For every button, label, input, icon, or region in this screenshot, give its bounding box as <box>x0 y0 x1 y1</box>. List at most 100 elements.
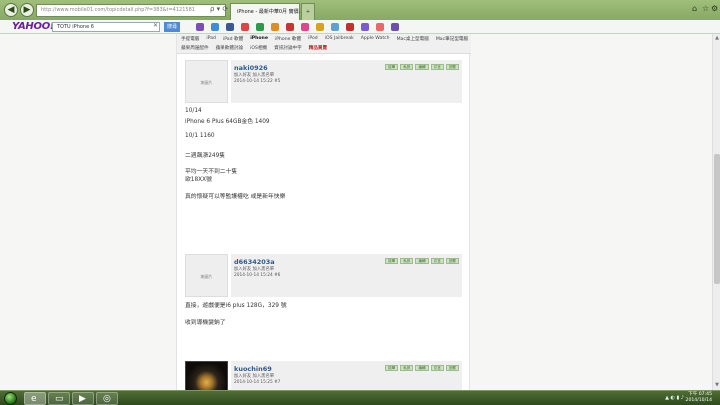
search-input[interactable]: TOTU iPhone 6 <box>52 22 160 32</box>
category-link[interactable]: iOS相機 <box>250 45 267 51</box>
category-link[interactable]: Mac筆記型電腦 <box>436 36 468 42</box>
category-link[interactable]: 手提電腦 <box>181 36 199 42</box>
post-action-button[interactable]: 回覆 <box>445 64 459 70</box>
post-time: 2014-10-14 15:22 #5 <box>234 79 281 84</box>
settings-icon[interactable]: ⚙ <box>711 4 718 13</box>
post-action-button[interactable]: 私訊 <box>400 365 414 371</box>
scroll-up-icon[interactable]: ▲ <box>714 35 720 41</box>
scroll-down-icon[interactable]: ▼ <box>714 382 720 388</box>
category-link[interactable]: 蘋果軟體討論 <box>216 45 244 51</box>
favorites-icon[interactable]: ☆ <box>702 4 709 13</box>
shopping-icon[interactable] <box>301 23 309 31</box>
yahoo-toolbar: YAHOO! TOTU iPhone 6 ✕ 搜尋 <box>0 20 720 34</box>
post-time: 2014-10-14 15:25 #7 <box>234 380 281 385</box>
yahoo-logo[interactable]: YAHOO! <box>12 21 54 32</box>
post-action-button[interactable]: 私訊 <box>400 258 414 264</box>
user-meta: 加入好友 加入黑名單 2014-10-14 15:25 #7 <box>234 374 280 386</box>
post-action-button[interactable]: 檢舉 <box>385 258 399 264</box>
media-player-icon: ▶ <box>79 394 86 404</box>
category-row-1: 手提電腦 iPad iPad 軟體 iPhone iPhone 軟體 iPod iOS Ja… <box>181 36 468 42</box>
post-buttons: 檢舉 私訊 編輯 引言 回覆 <box>385 365 459 371</box>
taskbar-explorer[interactable]: ▭ <box>48 392 70 405</box>
username[interactable]: kuochin69 <box>234 365 272 373</box>
music-icon[interactable] <box>211 23 219 31</box>
category-link[interactable]: iPad <box>206 36 216 42</box>
username[interactable]: naki0926 <box>234 64 268 72</box>
translate-icon[interactable] <box>331 23 339 31</box>
post: kuochin69 加入好友 加入黑名單 2014-10-14 15:25 #7… <box>185 361 463 404</box>
username[interactable]: d6634203a <box>234 258 275 266</box>
finance-icon[interactable] <box>256 23 264 31</box>
post-text: 二週飆漲249隻 <box>185 152 226 159</box>
avatar[interactable]: 無圖片 <box>185 60 228 103</box>
games-icon[interactable] <box>316 23 324 31</box>
post-text: 直接，遊戲便是i6 plus 128G，329 號 <box>185 303 287 309</box>
windows-logo-icon <box>4 392 17 405</box>
search-button[interactable]: 搜尋 <box>164 22 180 32</box>
clear-search-icon[interactable]: ✕ <box>153 22 158 29</box>
video-icon[interactable] <box>286 23 294 31</box>
user-meta: 加入好友 加入黑名單 2014-10-14 15:24 #6 <box>234 267 280 279</box>
youtube-icon[interactable] <box>346 23 354 31</box>
browser-titlebar: ◀ ▶ http://www.mobile01.com/topicdetail.… <box>0 0 720 20</box>
post-action-button[interactable]: 引言 <box>430 258 444 264</box>
add-icon[interactable] <box>391 23 399 31</box>
store-icon[interactable] <box>361 23 369 31</box>
taskbar: e ▭ ▶ ◎ ▲ ◐ ▮ ♪ 下午 07:45 2014/10/14 <box>0 390 720 405</box>
home-icon[interactable]: ⌂ <box>692 4 697 13</box>
post-action-button[interactable]: 編輯 <box>415 258 429 264</box>
post-action-button[interactable]: 回覆 <box>445 258 459 264</box>
post-header: d6634203a 加入好友 加入黑名單 2014-10-14 15:24 #6… <box>231 254 462 297</box>
taskbar-ie[interactable]: e <box>24 392 46 405</box>
address-bar[interactable]: http://www.mobile01.com/topicdetail.php?… <box>36 4 226 17</box>
category-link[interactable]: iOS Jailbreak <box>325 36 354 42</box>
taskbar-app[interactable]: ◎ <box>96 392 118 405</box>
mail-icon[interactable] <box>196 23 204 31</box>
web-page: 手提電腦 iPad iPad 軟體 iPhone iPhone 軟體 iPod iOS Ja… <box>0 34 712 404</box>
post-buttons: 檢舉 私訊 編輯 引言 回覆 <box>385 258 459 264</box>
forward-button[interactable]: ▶ <box>20 3 34 17</box>
facebook-icon[interactable] <box>226 23 234 31</box>
clock[interactable]: 下午 07:45 2014/10/14 <box>686 392 712 404</box>
post-action-button[interactable]: 引言 <box>430 365 444 371</box>
post-buttons: 檢舉 私訊 編輯 引言 回覆 <box>385 64 459 70</box>
vertical-scrollbar[interactable]: ▲ ▼ <box>712 34 720 390</box>
post: 無圖片 naki0926 加入好友 加入黑名單 2014-10-14 15:22… <box>185 60 463 240</box>
post-action-button[interactable]: 私訊 <box>400 64 414 70</box>
category-link[interactable]: iPad 軟體 <box>223 36 243 42</box>
ie-icon: e <box>31 394 37 404</box>
category-link[interactable]: 蘋果周邊配件 <box>181 45 209 51</box>
category-link[interactable]: iPhone <box>250 36 268 42</box>
category-link[interactable]: iPhone 軟體 <box>275 36 301 42</box>
post-header: naki0926 加入好友 加入黑名單 2014-10-14 15:22 #5 … <box>231 60 462 103</box>
post-action-button[interactable]: 編輯 <box>415 64 429 70</box>
app-icon: ◎ <box>103 394 111 404</box>
category-link[interactable]: Mac桌上型電腦 <box>397 36 429 42</box>
toolbar-icons <box>196 22 399 32</box>
category-link[interactable]: Apple Watch <box>361 36 390 42</box>
new-tab-button[interactable]: + <box>301 3 315 20</box>
post-action-button[interactable]: 編輯 <box>415 365 429 371</box>
category-row-2: 蘋果周邊配件 蘋果軟體討論 iOS相機 資訊討論中字 精品買賣 <box>181 45 327 51</box>
news-icon[interactable] <box>241 23 249 31</box>
category-link[interactable]: iPod <box>308 36 318 42</box>
post-action-button[interactable]: 檢舉 <box>385 365 399 371</box>
post-action-button[interactable]: 引言 <box>430 64 444 70</box>
scroll-thumb[interactable] <box>714 154 720 284</box>
weather-icon[interactable] <box>271 23 279 31</box>
taskbar-media[interactable]: ▶ <box>72 392 94 405</box>
tab-active[interactable]: iPhone - 最新中華0月 實價... <box>230 3 303 20</box>
category-link[interactable]: 資訊討論中字 <box>274 45 302 51</box>
post-text: 真的懷疑可以等監護權吃 或是新年快樂 <box>185 194 286 200</box>
back-button[interactable]: ◀ <box>4 3 18 17</box>
post-action-button[interactable]: 回覆 <box>445 365 459 371</box>
start-button[interactable] <box>2 391 20 405</box>
tray-icons[interactable]: ▲ ◐ ▮ ♪ <box>665 395 684 401</box>
alerts-icon[interactable] <box>376 23 384 31</box>
user-meta: 加入好友 加入黑名單 2014-10-14 15:22 #5 <box>234 73 280 85</box>
post-text: 10/1 1160 <box>185 132 215 139</box>
post-action-button[interactable]: 檢舉 <box>385 64 399 70</box>
category-link[interactable]: 精品買賣 <box>309 45 327 51</box>
post-text: 收到導機變鈉了 <box>185 319 226 326</box>
avatar[interactable]: 無圖片 <box>185 254 228 297</box>
